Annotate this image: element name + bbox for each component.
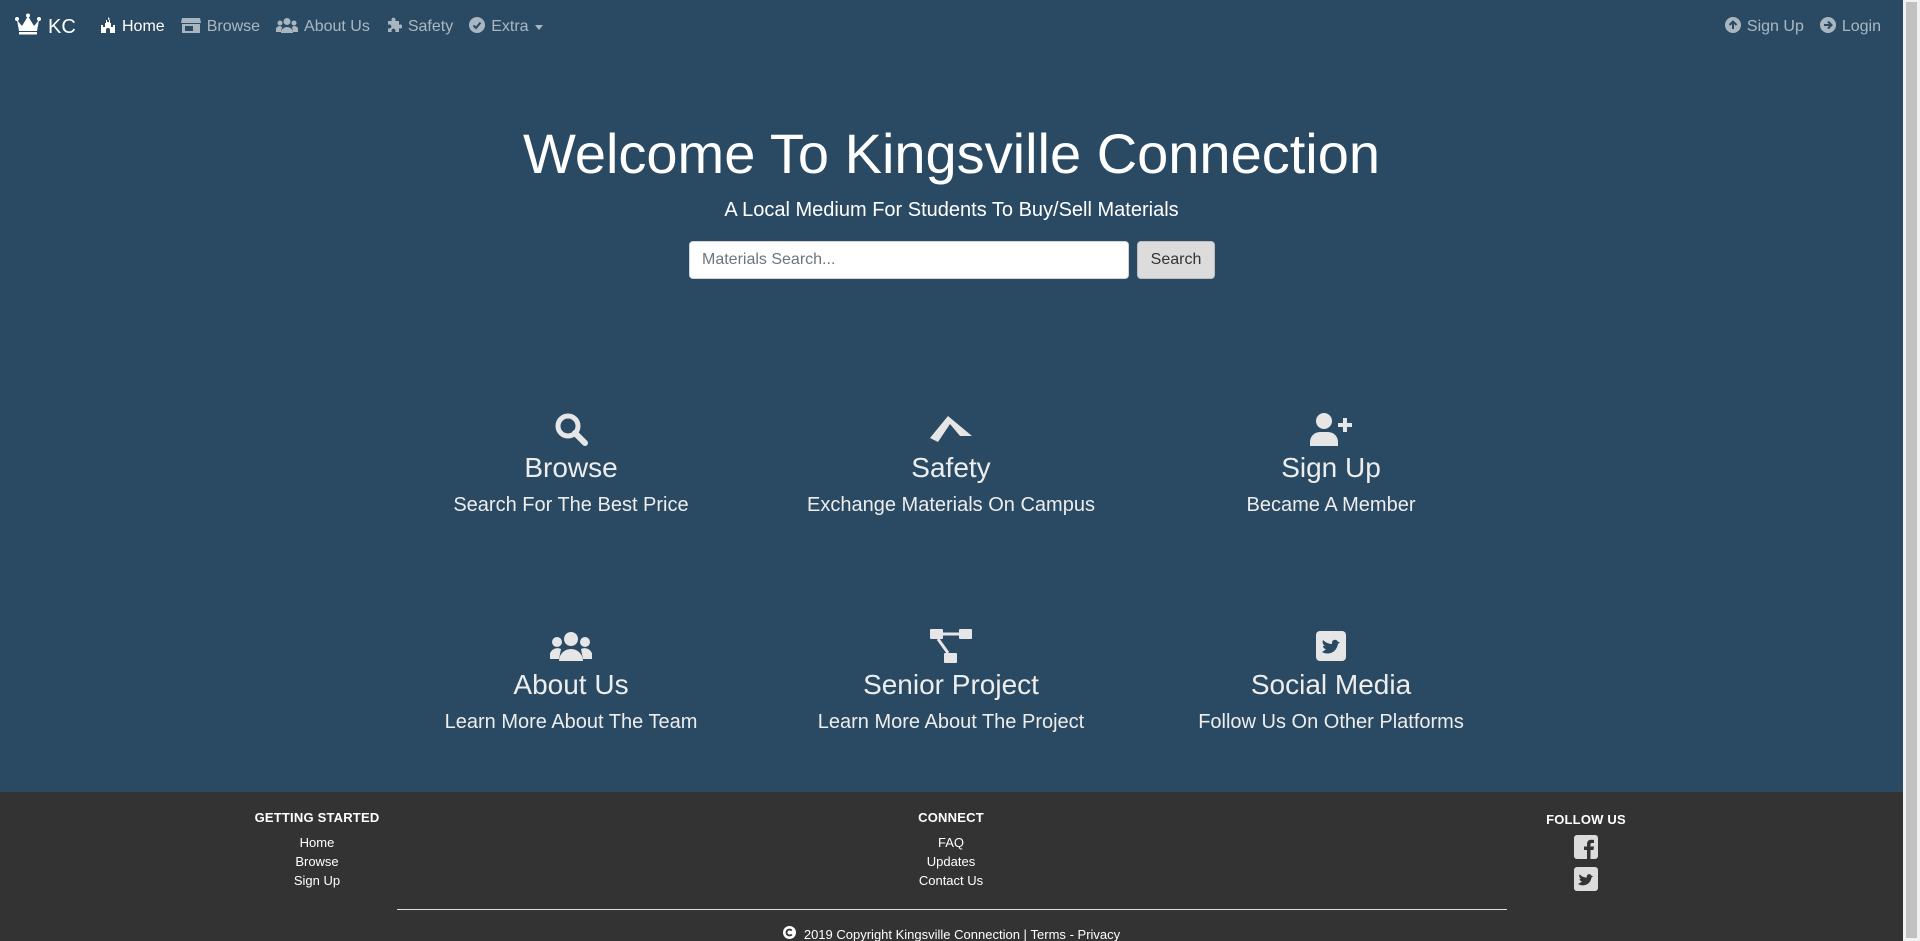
feature-safety[interactable]: Safety Exchange Materials On Campus — [761, 411, 1141, 517]
feature-signup[interactable]: Sign Up Became A Member — [1141, 411, 1521, 517]
feature-desc: Follow Us On Other Platforms — [1198, 711, 1464, 733]
feature-title: About Us — [513, 669, 629, 700]
nav-browse-label: Browse — [206, 18, 261, 35]
feature-title: Browse — [524, 452, 618, 483]
feature-about[interactable]: About Us Learn More About The Team — [381, 628, 761, 734]
footer-heading: CONNECT — [918, 810, 984, 825]
nav-safety-label: Safety — [407, 18, 454, 35]
footer-getting-started: GETTING STARTED Home Browse Sign Up — [217, 809, 417, 890]
terms-link[interactable]: Terms — [1031, 927, 1066, 941]
check-circle-icon — [469, 16, 491, 38]
search-form: Search — [689, 241, 1215, 279]
feature-title: Sign Up — [1281, 452, 1381, 483]
footer-link-signup[interactable]: Sign Up — [217, 871, 417, 890]
copyright-separator: - — [1069, 926, 1074, 941]
feature-desc: Search For The Best Price — [453, 494, 689, 516]
page-title: Welcome To Kingsville Connection — [522, 122, 1381, 185]
feature-social-media[interactable]: Social Media Follow Us On Other Platform… — [1141, 628, 1521, 734]
feature-title: Safety — [911, 452, 991, 483]
nav-about[interactable]: About Us — [275, 17, 370, 38]
users-icon — [381, 628, 761, 664]
navbar: KC Home Browse About Us Safety Extra Sig… — [0, 0, 1903, 54]
nav-right: Sign Up Login — [1709, 0, 1881, 54]
copyright-icon — [782, 926, 804, 941]
footer-link-browse[interactable]: Browse — [217, 852, 417, 871]
nav-signup[interactable]: Sign Up — [1724, 16, 1804, 38]
nav-safety[interactable]: Safety — [386, 17, 453, 38]
footer-heading: GETTING STARTED — [254, 810, 380, 825]
search-icon — [381, 411, 761, 447]
search-button[interactable]: Search — [1137, 241, 1215, 279]
feature-desc: Learn More About The Project — [817, 711, 1085, 733]
footer-connect: CONNECT FAQ Updates Contact Us — [851, 809, 1051, 890]
privacy-link[interactable]: Privacy — [1078, 927, 1121, 941]
footer-heading: FOLLOW US — [1546, 812, 1626, 827]
paper-plane-icon — [761, 411, 1141, 447]
brand-label: KC — [48, 15, 76, 38]
feature-desc: Learn More About The Team — [444, 711, 698, 733]
feature-desc: Exchange Materials On Campus — [807, 494, 1095, 516]
copyright-text: 2019 Copyright Kingsville Connection | — [803, 926, 1027, 941]
nav-browse[interactable]: Browse — [180, 17, 261, 38]
arrow-right-circle-icon — [1819, 16, 1842, 38]
project-diagram-icon — [761, 628, 1141, 664]
nav-extra-dropdown[interactable]: Extra — [469, 16, 543, 38]
nav-home-label: Home — [122, 18, 165, 35]
nav-left: Home Browse About Us Safety Extra — [100, 0, 559, 54]
crown-icon — [15, 13, 48, 41]
nav-signup-label: Sign Up — [1746, 18, 1804, 35]
footer-link-home[interactable]: Home — [217, 833, 417, 852]
search-input[interactable] — [689, 241, 1129, 279]
scrollbar-thumb[interactable] — [1906, 2, 1917, 938]
twitter-square-icon — [1141, 628, 1521, 664]
feature-title: Senior Project — [863, 669, 1039, 700]
scrollbar[interactable] — [1903, 0, 1920, 941]
footer-follow: FOLLOW US — [1486, 811, 1686, 899]
copyright: 2019 Copyright Kingsville Connection | T… — [0, 926, 1903, 941]
nav-login-label: Login — [1841, 18, 1881, 35]
feature-title: Social Media — [1250, 669, 1412, 700]
brand-link[interactable]: KC — [15, 13, 76, 41]
feature-senior-project[interactable]: Senior Project Learn More About The Proj… — [761, 628, 1141, 734]
chevron-down-icon — [534, 24, 543, 30]
hero-subtitle: A Local Medium For Students To Buy/Sell … — [724, 199, 1179, 221]
footer-divider — [397, 909, 1507, 910]
footer-link-updates[interactable]: Updates — [851, 852, 1051, 871]
puzzle-icon — [386, 17, 408, 38]
nav-home[interactable]: Home — [100, 16, 165, 38]
castle-icon — [100, 16, 122, 38]
nav-login[interactable]: Login — [1819, 16, 1881, 38]
store-icon — [180, 17, 207, 38]
footer-link-faq[interactable]: FAQ — [851, 833, 1051, 852]
user-plus-icon — [1141, 411, 1521, 447]
twitter-square-icon[interactable] — [1574, 867, 1598, 896]
page: KC Home Browse About Us Safety Extra Sig… — [0, 0, 1903, 941]
footer: GETTING STARTED Home Browse Sign Up CONN… — [0, 792, 1903, 941]
feature-browse[interactable]: Browse Search For The Best Price — [381, 411, 761, 517]
feature-desc: Became A Member — [1246, 494, 1416, 516]
users-icon — [275, 17, 304, 38]
arrow-up-circle-icon — [1724, 16, 1747, 38]
nav-extra-label: Extra — [491, 18, 529, 35]
footer-link-contact[interactable]: Contact Us — [851, 871, 1051, 890]
nav-about-label: About Us — [304, 18, 370, 35]
facebook-square-icon[interactable] — [1574, 835, 1598, 864]
